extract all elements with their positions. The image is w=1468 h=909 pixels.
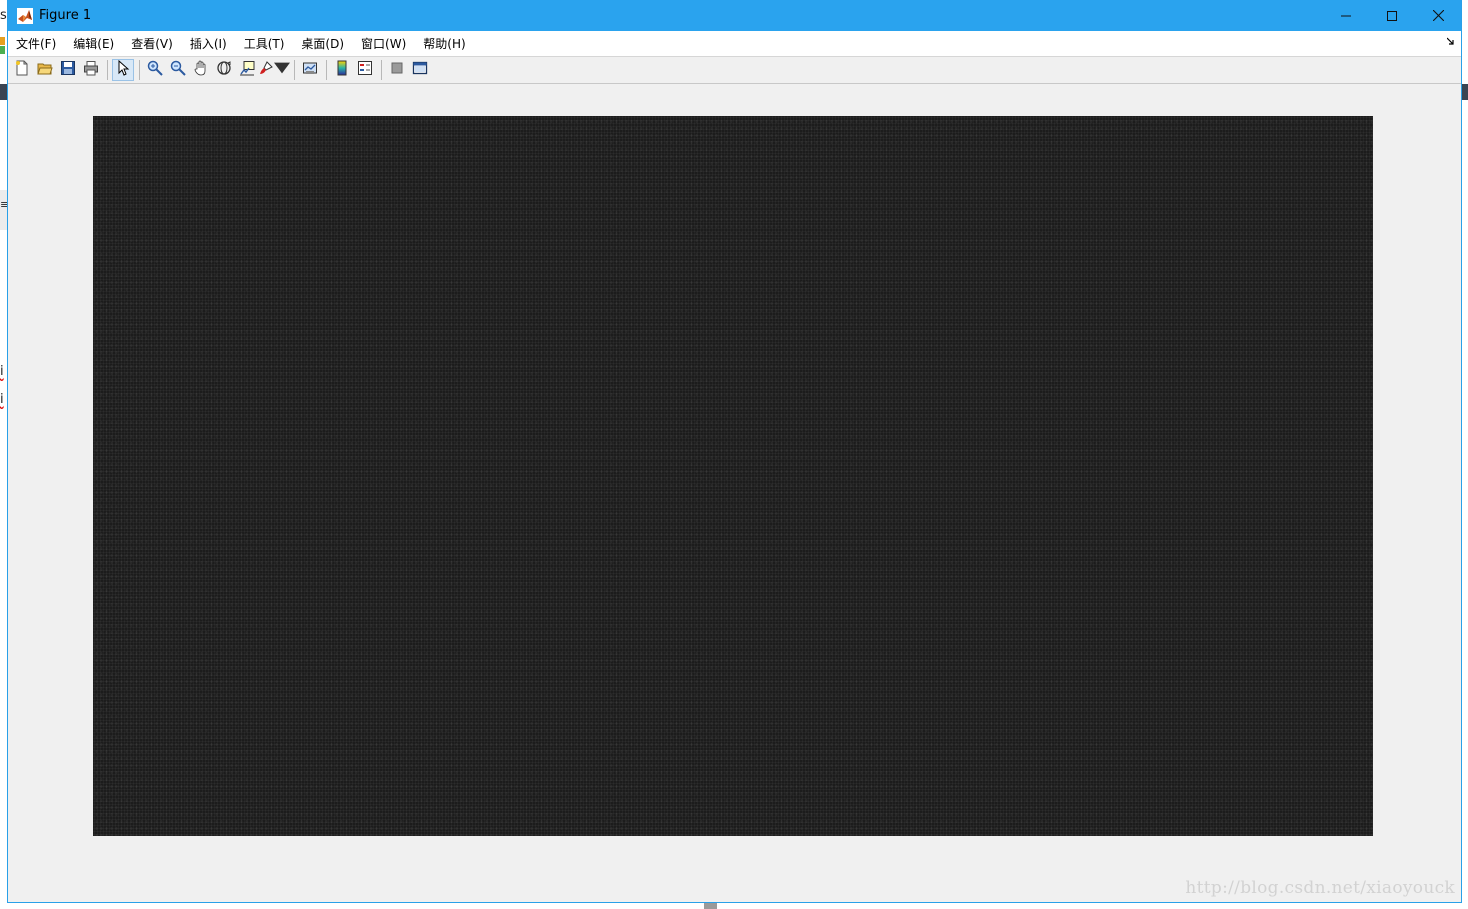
data-cursor-button[interactable] [236, 59, 258, 81]
insert-legend-button[interactable] [354, 59, 376, 81]
minimize-icon [1341, 8, 1351, 24]
data-cursor-icon [239, 60, 255, 81]
matlab-logo-icon [17, 7, 33, 24]
window-title: Figure 1 [39, 8, 92, 23]
insert-colorbar-button[interactable] [331, 59, 353, 81]
brush-button[interactable] [258, 59, 290, 81]
close-icon [1432, 8, 1444, 24]
link-plot-icon [302, 60, 318, 81]
chevron-down-icon[interactable] [274, 60, 290, 81]
toolbar-separator [326, 60, 327, 80]
background-green-mark [0, 46, 5, 54]
zoom-out-button[interactable] [167, 59, 189, 81]
figure-canvas[interactable]: http://blog.csdn.net/xiaoyouck [8, 85, 1461, 902]
background-text-fragment: i [0, 392, 4, 407]
print-button[interactable] [80, 59, 102, 81]
rotate-3d-button[interactable] [213, 59, 235, 81]
minimize-button[interactable] [1323, 0, 1369, 31]
link-plot-button[interactable] [299, 59, 321, 81]
background-text-fragment: i [0, 364, 4, 379]
menu-bar: 文件(F) 编辑(E) 查看(V) 插入(I) 工具(T) 桌面(D) 窗口(W… [8, 31, 1461, 56]
toolbar-separator [107, 60, 108, 80]
watermark-text: http://blog.csdn.net/xiaoyouck [1185, 878, 1455, 898]
menu-file[interactable]: 文件(F) [16, 33, 56, 54]
toolbar-separator [294, 60, 295, 80]
new-figure-button[interactable] [11, 59, 33, 81]
print-icon [83, 60, 99, 81]
show-plot-tools-button[interactable] [409, 59, 431, 81]
pan-hand-icon [193, 60, 209, 81]
background-text-fragment: s [0, 8, 7, 23]
new-figure-icon [14, 60, 30, 81]
toolbar-separator [139, 60, 140, 80]
brush-icon [258, 60, 274, 81]
insert-colorbar-icon [334, 60, 350, 81]
pan-button[interactable] [190, 59, 212, 81]
close-button[interactable] [1415, 0, 1461, 31]
maximize-icon [1387, 8, 1397, 24]
hide-plot-tools-button[interactable] [386, 59, 408, 81]
background-scrollbar-thumb [704, 903, 717, 909]
maximize-button[interactable] [1369, 0, 1415, 31]
background-orange-mark [0, 37, 5, 45]
title-bar[interactable]: Figure 1 [8, 0, 1461, 31]
menu-window[interactable]: 窗口(W) [361, 33, 406, 54]
toolbar-separator [381, 60, 382, 80]
zoom-in-button[interactable] [144, 59, 166, 81]
figure-toolbar [8, 56, 1461, 84]
menu-insert[interactable]: 插入(I) [190, 33, 227, 54]
open-file-button[interactable] [34, 59, 56, 81]
pointer-button[interactable] [112, 59, 134, 81]
zoom-out-icon [170, 60, 186, 81]
zoom-in-icon [147, 60, 163, 81]
rotate-3d-icon [216, 60, 232, 81]
open-file-icon [37, 60, 53, 81]
menu-tools[interactable]: 工具(T) [244, 33, 285, 54]
image-display[interactable] [93, 116, 1373, 836]
undock-arrow-icon[interactable] [1446, 37, 1455, 48]
menu-desktop[interactable]: 桌面(D) [301, 33, 344, 54]
show-plot-tools-icon [412, 60, 428, 81]
figure-window: Figure 1 文件(F) 编辑(E) 查看(V) 插入(I) 工具(T) 桌… [7, 0, 1462, 903]
menu-edit[interactable]: 编辑(E) [73, 33, 114, 54]
menu-help[interactable]: 帮助(H) [423, 33, 465, 54]
menu-view[interactable]: 查看(V) [131, 33, 173, 54]
save-icon [60, 60, 76, 81]
save-button[interactable] [57, 59, 79, 81]
hide-plot-tools-icon [389, 60, 405, 81]
pointer-icon [115, 59, 131, 81]
insert-legend-icon [357, 60, 373, 81]
